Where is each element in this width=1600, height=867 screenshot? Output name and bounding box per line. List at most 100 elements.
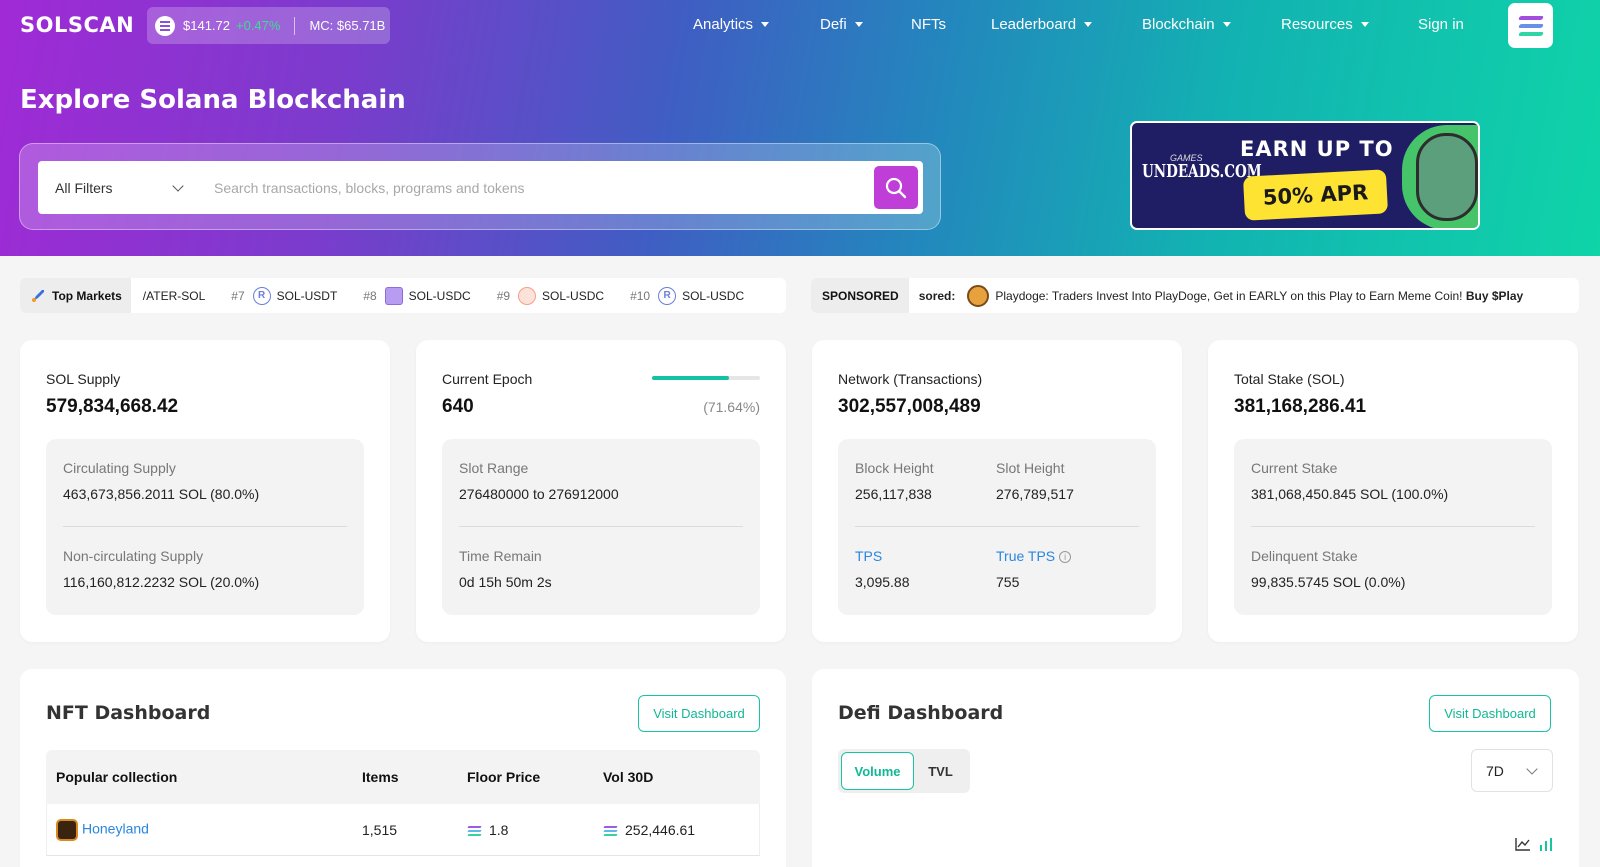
detail-label: Current Stake (1251, 460, 1338, 476)
chevron-down-icon (1526, 762, 1538, 775)
card-title: Current Epoch (442, 371, 533, 387)
tab-tvl[interactable]: TVL (914, 764, 967, 779)
sponsored-cta[interactable]: Buy $Play (1466, 289, 1523, 303)
detail-value: 99,835.5745 SOL (0.0%) (1251, 574, 1406, 590)
column-header: Items (362, 769, 399, 785)
filter-select[interactable]: All Filters (38, 161, 200, 214)
protocol-icon (384, 286, 403, 305)
collection-link[interactable]: Honeyland (82, 820, 149, 836)
section-title: Defi Dashboard (838, 702, 1004, 724)
filter-label: All Filters (55, 179, 113, 196)
card-title: Network (Transactions) (838, 371, 983, 387)
card-details: Current Stake 381,068,450.845 SOL (100.0… (1234, 439, 1552, 615)
info-icon[interactable]: i (1059, 551, 1072, 564)
ad-offer: 50% APR (1242, 169, 1389, 221)
column-header: Vol 30D (603, 769, 654, 785)
true-tps-link[interactable]: True TPS i (996, 548, 1072, 564)
card-details: Block Height 256,117,838 Slot Height 276… (838, 439, 1156, 615)
search-button[interactable] (874, 166, 918, 209)
nav-analytics[interactable]: Analytics (693, 16, 770, 33)
visit-dashboard-button[interactable]: Visit Dashboard (638, 695, 760, 732)
sol-price: $141.72 (183, 18, 230, 33)
bar-chart-icon[interactable] (1539, 837, 1553, 851)
table-row: Honeyland 1,515 1.8 252,446.61 (46, 804, 760, 856)
card-value: 302,557,008,489 (838, 396, 981, 417)
market-item[interactable]: #8 SOL-USDC (363, 286, 471, 305)
tab-volume[interactable]: Volume (841, 752, 914, 790)
price-pill: $141.72 +0.47% MC: $65.71B (147, 7, 390, 44)
raydium-icon: R (658, 286, 677, 305)
nav-blockchain[interactable]: Blockchain (1142, 16, 1231, 33)
defi-dashboard: Defi Dashboard Visit Dashboard Volume TV… (812, 669, 1579, 867)
range-select[interactable]: 7D (1471, 749, 1553, 792)
nav-sign-in[interactable]: Sign in (1418, 16, 1464, 33)
tps-link[interactable]: TPS (855, 548, 882, 564)
caret-down-icon (761, 22, 770, 27)
market-item[interactable]: /ATER-SOL (143, 289, 205, 303)
caret-down-icon (1360, 22, 1369, 27)
price-change: +0.47% (236, 18, 281, 33)
range-value: 7D (1486, 762, 1504, 779)
sponsored-bar[interactable]: SPONSORED sored: Playdoge: Traders Inves… (811, 278, 1579, 313)
detail-value: 755 (996, 574, 1020, 590)
nav-nfts[interactable]: NFTs (911, 16, 946, 33)
caret-down-icon (854, 22, 863, 27)
nav-resources[interactable]: Resources (1281, 16, 1369, 33)
card-value: 579,834,668.42 (46, 396, 179, 417)
metric-toggle: Volume TVL (838, 749, 970, 793)
sol-icon (603, 825, 618, 836)
solana-menu-button[interactable] (1508, 3, 1553, 48)
card-details: Circulating Supply 463,673,856.2011 SOL … (46, 439, 364, 615)
ad-headline: EARN UP TO (1240, 137, 1394, 161)
sol-supply-card: SOL Supply 579,834,668.42 Circulating Su… (20, 340, 390, 642)
divider (1251, 526, 1535, 527)
top-markets-label: Top Markets (20, 278, 131, 313)
detail-value: 3,095.88 (855, 574, 910, 590)
detail-value: 0d 15h 50m 2s (459, 574, 552, 590)
detail-label: Block Height (855, 460, 934, 476)
skull-mascot-icon (1402, 125, 1478, 228)
epoch-progress-fill (652, 376, 730, 380)
ad-brand: UNDEADS.COM (1142, 161, 1262, 182)
chevron-down-icon (172, 179, 184, 192)
nav-defi[interactable]: Defi (820, 16, 863, 33)
page-title: Explore Solana Blockchain (20, 85, 406, 115)
collection-cell[interactable]: Honeyland (56, 818, 149, 841)
column-header: Popular collection (56, 769, 178, 785)
sponsored-label: SPONSORED (811, 278, 909, 313)
epoch-progress-label: (71.64%) (703, 399, 760, 415)
search-input[interactable] (200, 179, 874, 196)
ad-banner[interactable]: GAMES UNDEADS.COM EARN UP TO 50% APR (1130, 121, 1480, 230)
table-header: Popular collection Items Floor Price Vol… (46, 750, 760, 804)
solscan-logo[interactable]: SOLSCAN (20, 12, 134, 38)
divider (63, 526, 347, 527)
divider (459, 526, 743, 527)
detail-value: 381,068,450.845 SOL (100.0%) (1251, 486, 1449, 502)
visit-dashboard-button[interactable]: Visit Dashboard (1429, 695, 1551, 732)
divider (294, 16, 296, 35)
search-box: All Filters (38, 161, 923, 214)
market-item[interactable]: #10 R SOL-USDC (630, 286, 744, 305)
protocol-icon (518, 286, 537, 305)
floor-cell: 1.8 (467, 822, 508, 838)
current-epoch-card: Current Epoch 640 (71.64%) Slot Range 27… (416, 340, 786, 642)
line-chart-icon[interactable] (1515, 837, 1531, 851)
playdoge-icon (967, 284, 990, 307)
detail-value: 276,789,517 (996, 486, 1074, 502)
nav-leaderboard[interactable]: Leaderboard (991, 16, 1093, 33)
nft-dashboard: NFT Dashboard Visit Dashboard Popular co… (20, 669, 786, 867)
sponsored-text: sored: Playdoge: Traders Invest Into Pla… (919, 284, 1523, 307)
nft-table: Popular collection Items Floor Price Vol… (46, 750, 760, 856)
card-details: Slot Range 276480000 to 276912000 Time R… (442, 439, 760, 615)
caret-down-icon (1222, 22, 1231, 27)
card-title: SOL Supply (46, 371, 121, 387)
detail-value: 276480000 to 276912000 (459, 486, 619, 502)
chart-type-switch (1515, 837, 1553, 851)
detail-label: Time Remain (459, 548, 542, 564)
detail-label: Non-circulating Supply (63, 548, 204, 564)
market-item[interactable]: #9 SOL-USDC (497, 286, 604, 305)
market-cap: MC: $65.71B (309, 18, 386, 33)
raydium-icon: R (252, 286, 271, 305)
card-value: 381,168,286.41 (1234, 396, 1367, 417)
market-item[interactable]: #7 R SOL-USDT (231, 286, 337, 305)
